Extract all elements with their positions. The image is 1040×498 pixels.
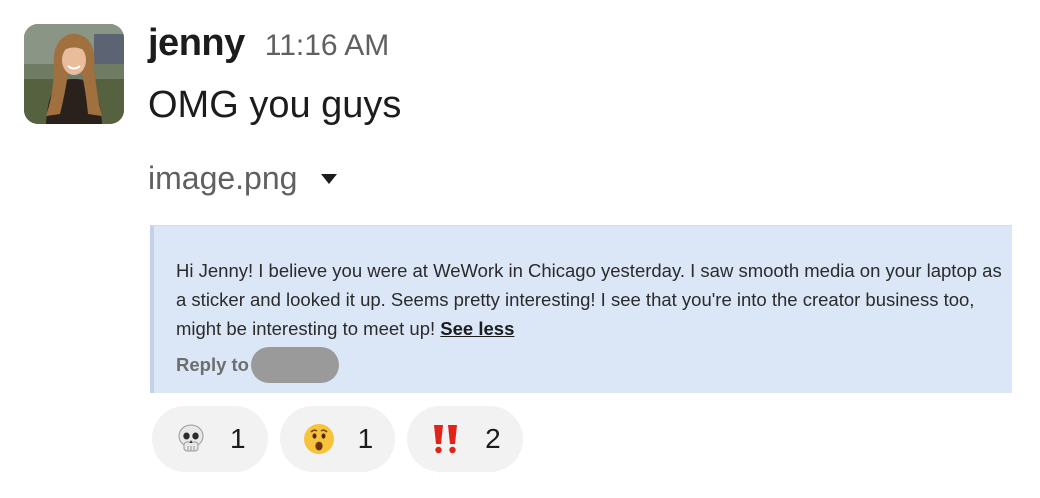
reaction-count: 1 [357,423,374,454]
reaction-hushed-face[interactable]: 1 [279,406,396,472]
image-reply-row: Reply to [176,347,339,383]
skull-icon [174,422,208,456]
image-message-body: Hi Jenny! I believe you were at WeWork i… [176,260,1002,339]
reactions-bar: 1 1 2 [152,406,535,472]
reaction-skull[interactable]: 1 [152,406,268,472]
redacted-name [250,347,339,383]
image-message-text: Hi Jenny! I believe you were at WeWork i… [176,256,1016,343]
see-less-link: See less [440,318,515,339]
message-timestamp[interactable]: 11:16 AM [265,29,390,63]
attachment-toggle[interactable]: image.png [148,160,338,197]
image-reply-label: Reply to [176,354,249,375]
reaction-double-exclamation[interactable]: 2 [407,406,523,472]
hushed-face-icon [302,422,336,456]
reaction-count: 2 [485,423,501,454]
author-name[interactable]: jenny [148,22,245,65]
caret-down-icon [321,173,338,184]
message-header: jenny 11:16 AM [148,22,389,72]
message: jenny 11:16 AM OMG you guys image.png Hi… [0,0,1040,498]
double-exclamation-icon [429,422,463,456]
message-text: OMG you guys [148,84,402,126]
avatar-photo [24,24,124,124]
reaction-count: 1 [230,423,246,454]
attachment-filename: image.png [148,160,298,196]
attached-image[interactable]: Hi Jenny! I believe you were at WeWork i… [150,225,1012,393]
avatar[interactable] [24,24,124,124]
